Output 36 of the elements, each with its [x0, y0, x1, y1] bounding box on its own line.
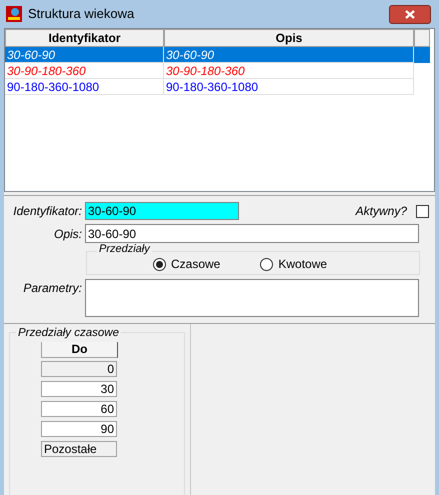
radio-option[interactable]: Kwotowe — [260, 255, 328, 273]
group-label: Przedziały czasowe — [16, 325, 121, 342]
table-cell: 30-60-90 — [164, 47, 414, 63]
radio-button[interactable] — [153, 258, 166, 270]
field-label: Aktywny? — [356, 203, 407, 220]
radio-option[interactable]: Czasowe — [153, 255, 220, 273]
table-row[interactable]: 30-90-180-360 30-90-180-360 — [5, 63, 414, 79]
column-header[interactable]: Do — [41, 341, 118, 358]
checkbox[interactable] — [416, 204, 429, 218]
interval-field: 0 — [41, 361, 117, 377]
interval-field[interactable]: 60 — [41, 401, 117, 417]
description-field[interactable]: 30-60-90 — [85, 224, 419, 243]
table-cell: 90-180-360-1080 — [5, 79, 164, 95]
table-cell: 90-180-360-1080 — [164, 79, 414, 95]
field-label: Opis: — [52, 226, 82, 242]
identifier-field[interactable]: 30-60-90 — [85, 202, 239, 220]
close-button[interactable] — [389, 4, 431, 24]
interval-field[interactable]: 30 — [41, 381, 117, 397]
column-header — [414, 29, 430, 47]
window-title: Struktura wiekowa — [28, 5, 134, 24]
table-cell: 30-60-90 — [5, 47, 164, 63]
interval-field: Pozostałe — [41, 441, 117, 457]
field-label: Parametry: — [22, 280, 82, 297]
table-row[interactable]: 30-60-90 30-60-90 — [5, 47, 430, 63]
app-logo-icon — [6, 6, 22, 22]
close-icon — [405, 10, 415, 18]
table-cell: 30-90-180-360 — [164, 63, 414, 79]
table-cell: 30-90-180-360 — [5, 63, 164, 79]
field-label: Identyfikator: — [12, 203, 82, 220]
group-label: Przedziały — [97, 243, 152, 256]
column-header[interactable]: Opis — [164, 29, 414, 47]
table-row[interactable]: 90-180-360-1080 90-180-360-1080 — [5, 79, 414, 95]
column-header[interactable]: Identyfikator — [5, 29, 164, 47]
parameters-field[interactable] — [85, 279, 419, 317]
interval-field[interactable]: 90 — [41, 421, 117, 437]
radio-button[interactable] — [260, 258, 274, 270]
